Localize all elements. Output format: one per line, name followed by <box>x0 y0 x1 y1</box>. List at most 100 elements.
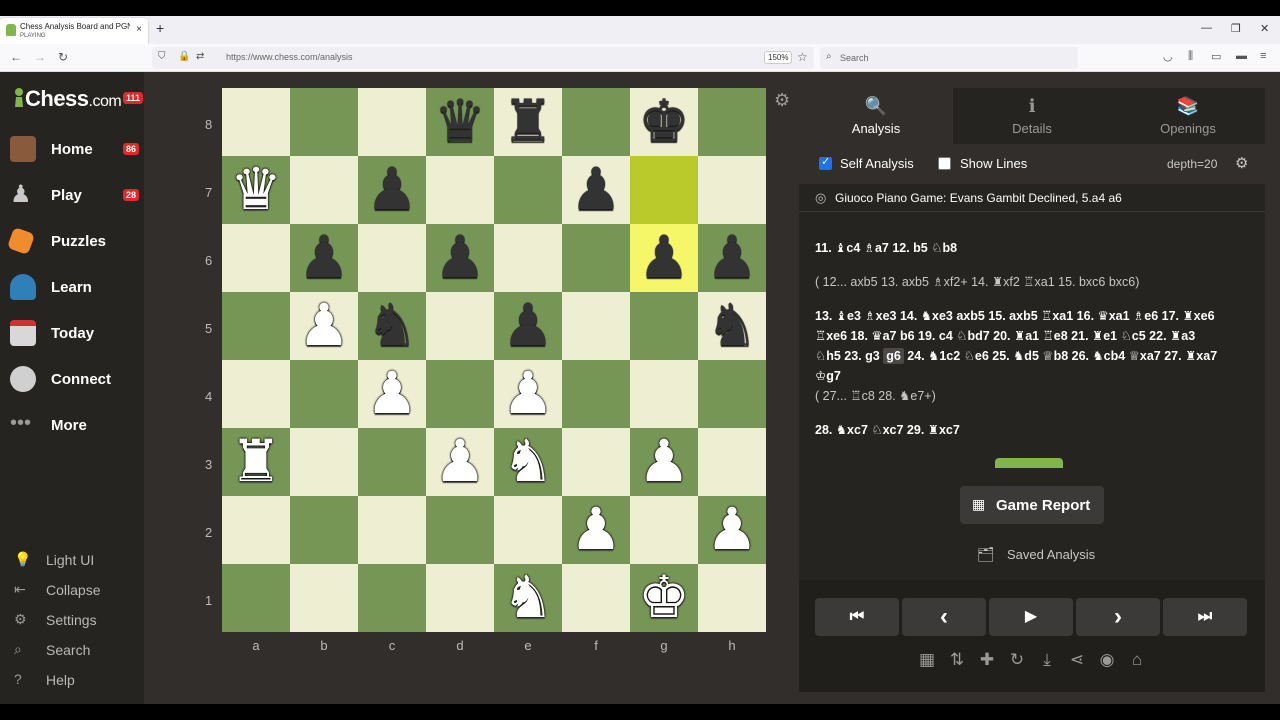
sidebar-toggle-icon[interactable]: ▭ <box>1211 50 1221 63</box>
square-b2[interactable] <box>290 496 358 564</box>
move-line[interactable]: 28. ♞xc7 ♘xc7 29. ♜xc7 <box>815 420 1245 440</box>
square-a8[interactable] <box>222 88 290 156</box>
square-c6[interactable] <box>358 224 426 292</box>
square-d4[interactable] <box>426 360 494 428</box>
square-a4[interactable] <box>222 360 290 428</box>
black-piece-g8[interactable]: ♚ <box>630 88 698 156</box>
saved-analysis-button[interactable]: 🗂 Saved Analysis <box>975 544 1115 568</box>
url-bar[interactable]: ⛉ 🔒 ⇄ https://www.chess.com/analysis 150… <box>152 47 814 69</box>
square-f6[interactable] <box>562 224 630 292</box>
black-piece-d6[interactable]: ♟ <box>426 224 494 292</box>
chess-board[interactable]: ♛ ♜ ♚ ♛ ♟ ♟ ♟ ♟ ♟ ♟ ♟ ♞ ♟ ♞ ♟ ♟ ♜ ♟ ♞ ♟ ♟ ♟ ♞ ♚ <box>222 88 766 632</box>
tab-analysis[interactable]: 🔍 Analysis <box>799 88 953 144</box>
square-b1[interactable] <box>290 564 358 632</box>
self-analysis-label[interactable]: Self Analysis <box>840 156 914 171</box>
restore-icon[interactable]: ❐ <box>1231 22 1241 35</box>
previous-move-button[interactable]: ‹ <box>902 598 986 636</box>
white-piece-f2[interactable]: ♟ <box>562 496 630 564</box>
close-window-icon[interactable]: ✕ <box>1260 22 1269 35</box>
extension-icon[interactable]: ▬ <box>1236 50 1247 62</box>
engine-icon[interactable]: ◉ <box>1095 650 1119 670</box>
shield-icon[interactable]: ⛉ <box>158 51 166 62</box>
white-piece-e3[interactable]: ♞ <box>494 428 562 496</box>
black-piece-d8[interactable]: ♛ <box>426 88 494 156</box>
sidebar-item-learn[interactable]: Learn <box>10 272 140 302</box>
white-piece-b5[interactable]: ♟ <box>290 292 358 360</box>
sidebar-help[interactable]: ? Help <box>14 670 134 690</box>
square-g2[interactable] <box>630 496 698 564</box>
square-f4[interactable] <box>562 360 630 428</box>
play-button[interactable]: ▶ <box>989 598 1073 636</box>
move-line[interactable]: 13. ♝e3 ♗xe3 14. ♞xe3 axb5 15. axb5 ♖xa1… <box>815 306 1245 326</box>
sidebar-settings[interactable]: ⚙ Settings <box>14 610 134 630</box>
black-piece-e8[interactable]: ♜ <box>494 88 562 156</box>
black-piece-g6[interactable]: ♟ <box>630 224 698 292</box>
forward-icon[interactable]: → <box>34 50 46 64</box>
black-piece-c5[interactable]: ♞ <box>358 292 426 360</box>
next-move-button[interactable]: › <box>1076 598 1160 636</box>
engine-settings-gear-icon[interactable]: ⚙ <box>1235 154 1248 172</box>
zoom-level[interactable]: 150% <box>764 51 793 64</box>
move-variation[interactable]: ( 12... axb5 13. axb5 ♗xf2+ 14. ♜xf2 ♖xa… <box>815 272 1245 292</box>
square-f8[interactable] <box>562 88 630 156</box>
white-piece-e1[interactable]: ♞ <box>494 564 562 632</box>
white-piece-a3[interactable]: ♜ <box>222 428 290 496</box>
sidebar-item-puzzles[interactable]: Puzzles <box>6 226 140 256</box>
move-line[interactable]: ♖xe6 18. ♛a7 b6 19. c4 ♘bd7 20. ♜a1 ♖e8 … <box>815 326 1245 346</box>
square-f5[interactable] <box>562 292 630 360</box>
black-piece-f7[interactable]: ♟ <box>562 156 630 224</box>
opening-name[interactable]: Giuoco Piano Game: Evans Gambit Declined… <box>835 191 1122 205</box>
minimize-icon[interactable]: — <box>1201 22 1212 34</box>
square-c8[interactable] <box>358 88 426 156</box>
square-f1[interactable] <box>562 564 630 632</box>
square-e2[interactable] <box>494 496 562 564</box>
square-h1[interactable] <box>698 564 766 632</box>
explorer-icon[interactable]: ▦ <box>915 650 939 670</box>
black-piece-b6[interactable]: ♟ <box>290 224 358 292</box>
square-a1[interactable] <box>222 564 290 632</box>
chess-logo[interactable]: Chess.com <box>14 86 122 112</box>
move-line[interactable]: ♘h5 23. g3 g6 24. ♞1c2 ♘e6 25. ♞d5 ♕b8 2… <box>815 346 1245 366</box>
sidebar-item-more[interactable]: ••• More <box>10 410 140 440</box>
white-piece-c4[interactable]: ♟ <box>358 360 426 428</box>
white-piece-g1[interactable]: ♚ <box>630 564 698 632</box>
url-text[interactable]: https://www.chess.com/analysis <box>226 52 353 62</box>
first-move-button[interactable]: ⏮ <box>815 598 899 636</box>
square-h4[interactable] <box>698 360 766 428</box>
lock-icon[interactable]: 🔒 <box>178 51 190 62</box>
close-tab-icon[interactable]: × <box>136 24 142 35</box>
self-analysis-checkbox[interactable] <box>819 155 832 170</box>
black-piece-e5[interactable]: ♟ <box>494 292 562 360</box>
board-settings-gear-icon[interactable]: ⚙ <box>774 90 790 111</box>
square-h3[interactable] <box>698 428 766 496</box>
square-b4[interactable] <box>290 360 358 428</box>
sidebar-item-today[interactable]: Today <box>10 318 140 348</box>
square-d7[interactable] <box>426 156 494 224</box>
black-piece-c7[interactable]: ♟ <box>358 156 426 224</box>
square-b8[interactable] <box>290 88 358 156</box>
black-piece-h6[interactable]: ♟ <box>698 224 766 292</box>
white-piece-e4[interactable]: ♟ <box>494 360 562 428</box>
browser-search-box[interactable]: ⌕ Search <box>820 47 1078 69</box>
square-b3[interactable] <box>290 428 358 496</box>
square-h7[interactable] <box>698 156 766 224</box>
square-g5[interactable] <box>630 292 698 360</box>
game-report-button[interactable]: ▦ Game Report <box>960 486 1104 524</box>
square-f3[interactable] <box>562 428 630 496</box>
square-a2[interactable] <box>222 496 290 564</box>
library-icon[interactable]: ⌂ <box>1125 650 1149 670</box>
permissions-icon[interactable]: ⇄ <box>196 51 204 62</box>
back-icon[interactable]: ← <box>10 50 22 64</box>
square-a5[interactable] <box>222 292 290 360</box>
move-variation[interactable]: ( 27... ♖c8 28. ♞e7+) <box>815 386 1245 406</box>
square-a6[interactable] <box>222 224 290 292</box>
reset-icon[interactable]: ↻ <box>1005 650 1029 670</box>
add-icon[interactable]: ✚ <box>975 650 999 670</box>
tab-openings[interactable]: 📚 Openings <box>1111 88 1265 144</box>
library-icon[interactable]: ⫼ <box>1188 50 1193 63</box>
white-piece-h2[interactable]: ♟ <box>698 496 766 564</box>
black-piece-h5[interactable]: ♞ <box>698 292 766 360</box>
move-line[interactable]: 11. ♝c4 ♗a7 12. b5 ♘b8 <box>815 238 1245 258</box>
download-icon[interactable]: ⤓ <box>1035 650 1059 670</box>
move-line[interactable]: ♔g7 <box>815 366 1245 386</box>
